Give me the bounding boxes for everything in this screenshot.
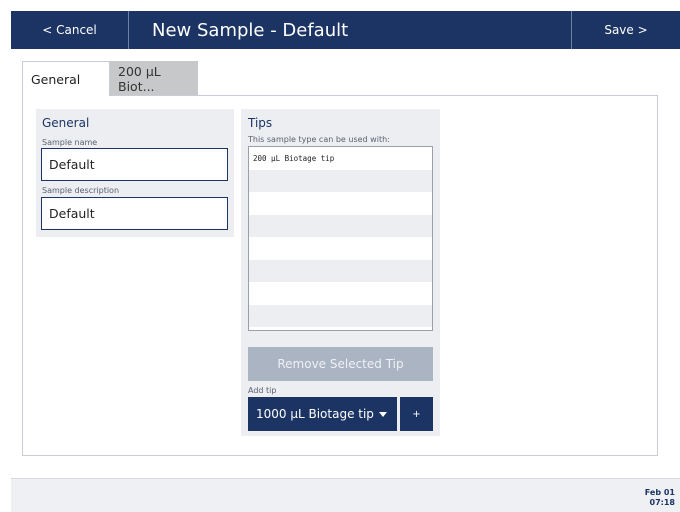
clock-time: 07:18 [649,498,675,507]
top-bar: < Cancel New Sample - Default Save > [11,11,680,49]
list-item[interactable]: 200 µL Biotage tip [249,147,432,170]
list-item[interactable] [249,214,432,237]
clock-date: Feb 01 [644,488,675,497]
page-title: New Sample - Default [152,19,349,41]
save-button[interactable]: Save > [571,11,680,49]
list-item[interactable] [249,304,432,327]
list-item[interactable] [249,169,432,192]
chevron-down-icon [379,412,387,417]
add-tip-button[interactable]: + [400,397,433,431]
tip-list[interactable]: 200 µL Biotage tip [248,146,433,331]
tips-heading: Tips [248,116,273,130]
sample-description-label: Sample description [42,186,120,195]
add-tip-label: Add tip [248,386,277,395]
list-item[interactable] [249,282,432,305]
list-item[interactable] [249,237,432,260]
sample-description-field[interactable]: Default [41,197,228,230]
clock: Feb 01 07:18 [645,488,675,508]
remove-selected-tip-button[interactable]: Remove Selected Tip [248,347,433,381]
list-item[interactable] [249,259,432,282]
cancel-button[interactable]: < Cancel [11,11,129,49]
sample-name-field[interactable]: Default [41,148,228,181]
add-tip-selected-value: 1000 µL Biotage tip [256,407,374,421]
list-item[interactable] [249,192,432,215]
tab-200ul-biotage[interactable]: 200 µL Biot... [110,61,198,96]
tab-general[interactable]: General [22,61,110,96]
general-heading: General [42,116,90,130]
status-bar [11,478,680,512]
add-tip-select[interactable]: 1000 µL Biotage tip [248,397,397,431]
sample-name-label: Sample name [42,138,98,147]
tips-subheading: This sample type can be used with: [248,135,390,144]
